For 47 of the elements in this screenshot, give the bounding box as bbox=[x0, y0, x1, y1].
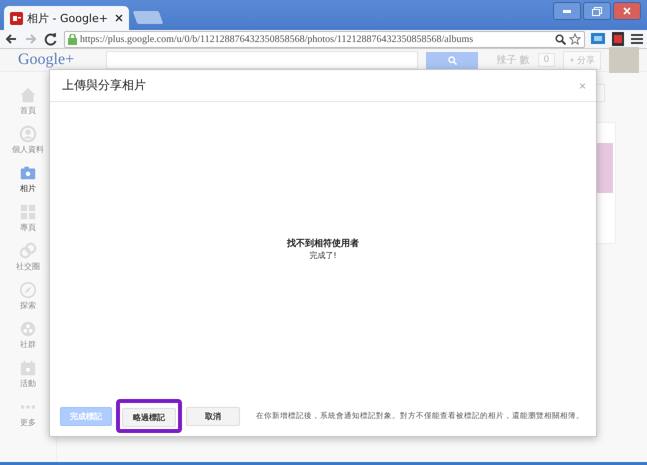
address-bar[interactable]: https://plus.google.com/u/0/b/112128876432350858568/photos/112128876432350858568/albums bbox=[64, 30, 585, 48]
people-icon bbox=[19, 320, 37, 338]
reload-icon[interactable] bbox=[44, 32, 58, 46]
extension-icon[interactable] bbox=[611, 32, 625, 46]
close-icon bbox=[623, 7, 631, 15]
status-submessage: 完成了! bbox=[309, 250, 337, 261]
calendar-icon bbox=[19, 359, 37, 377]
minimize-icon bbox=[563, 10, 571, 12]
profile-icon bbox=[19, 125, 37, 143]
sidebar-item[interactable]: 活動 bbox=[19, 359, 37, 389]
restore-icon bbox=[592, 6, 602, 16]
dialog-title: 上傳與分享相片 bbox=[62, 77, 147, 94]
google-plus-logo[interactable]: Google+ bbox=[18, 51, 98, 69]
compass-icon bbox=[19, 281, 37, 299]
dialog-button[interactable]: 取消 bbox=[186, 406, 240, 426]
user-name[interactable]: 辣子 數 bbox=[496, 53, 530, 67]
search-icon[interactable] bbox=[555, 34, 566, 44]
close-icon[interactable] bbox=[115, 14, 123, 22]
notification-count[interactable]: 0 bbox=[538, 53, 556, 67]
home-icon bbox=[19, 86, 37, 104]
star-icon[interactable] bbox=[569, 33, 581, 45]
dialog-button[interactable]: 略過標記 bbox=[122, 408, 176, 427]
close-window-button[interactable] bbox=[613, 2, 641, 20]
sidebar-item[interactable]: 首頁 bbox=[19, 86, 37, 116]
browser-tab[interactable]: 相片 - Google+ bbox=[4, 6, 129, 30]
status-message: 找不到相符使用者 bbox=[287, 237, 359, 250]
camera-icon bbox=[19, 164, 37, 182]
google-plus-favicon-icon bbox=[10, 12, 23, 24]
search-icon bbox=[448, 56, 456, 64]
minimize-button[interactable] bbox=[553, 2, 581, 20]
sidebar-item[interactable]: 相片 bbox=[19, 164, 37, 194]
share-button[interactable]: + 分享 bbox=[563, 50, 601, 70]
rings-icon bbox=[19, 242, 37, 260]
sidebar-item[interactable]: 社群 bbox=[19, 320, 37, 350]
grid-icon bbox=[19, 203, 37, 221]
close-button[interactable]: × bbox=[578, 78, 586, 92]
menu-icon[interactable] bbox=[631, 33, 643, 45]
restore-button[interactable] bbox=[583, 2, 611, 20]
dots-icon bbox=[19, 404, 37, 410]
sidebar-item[interactable]: 更多 bbox=[19, 398, 37, 428]
sidebar-item[interactable]: 專頁 bbox=[19, 203, 37, 233]
back-arrow-icon[interactable] bbox=[4, 32, 18, 46]
lock-icon bbox=[68, 34, 77, 44]
sidebar-item[interactable]: 社交圈 bbox=[16, 242, 40, 272]
sidebar-item[interactable]: 探索 bbox=[19, 281, 37, 311]
search-field[interactable] bbox=[106, 51, 418, 69]
sidebar-item[interactable]: 個人資料 bbox=[12, 125, 44, 155]
